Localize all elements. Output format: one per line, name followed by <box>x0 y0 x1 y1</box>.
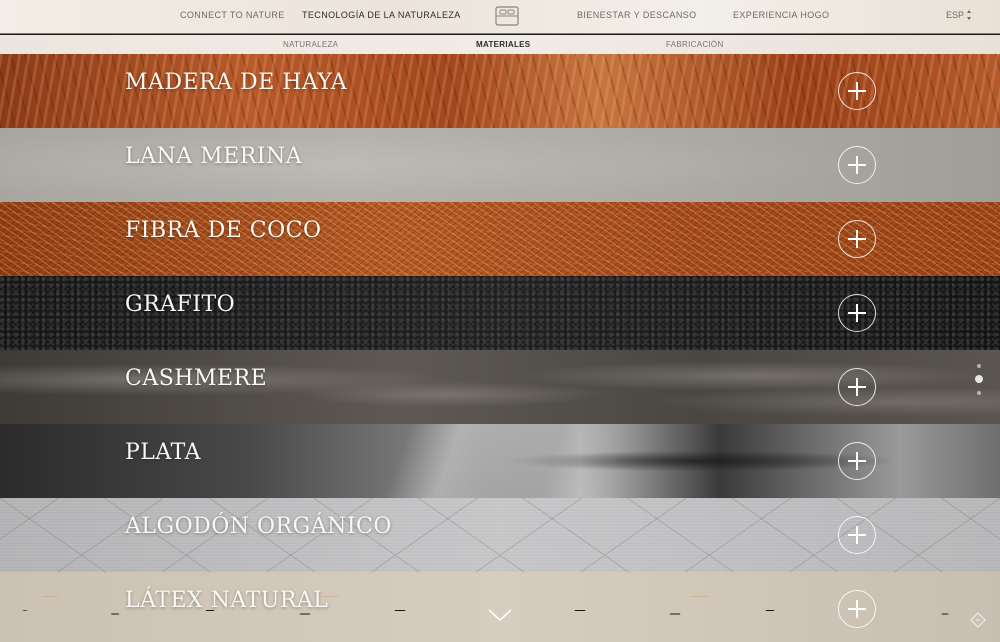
material-title: CASHMERE <box>125 366 268 391</box>
expand-plus-button[interactable] <box>838 442 876 480</box>
chevron-down-icon[interactable] <box>486 606 514 624</box>
material-band-madera-de-haya[interactable]: MADERA DE HAYA <box>0 54 1000 128</box>
expand-plus-button[interactable] <box>838 220 876 258</box>
expand-plus-button[interactable] <box>838 516 876 554</box>
expand-plus-button[interactable] <box>838 146 876 184</box>
material-title: ALGODÓN ORGÁNICO <box>125 514 392 539</box>
top-navigation: CONNECT TO NATURE TECNOLOGÍA DE LA NATUR… <box>0 0 1000 34</box>
pager-dot[interactable] <box>977 391 981 395</box>
material-title: LÁTEX NATURAL <box>125 588 329 613</box>
diamond-arrow-icon[interactable] <box>970 612 986 628</box>
nav-link-experiencia[interactable]: EXPERIENCIA HOGO <box>733 10 829 20</box>
language-selector[interactable]: ESP <box>946 10 964 20</box>
nav-link-bienestar[interactable]: BIENESTAR Y DESCANSO <box>577 10 697 20</box>
nav-link-connect-to-nature[interactable]: CONNECT TO NATURE <box>180 10 285 20</box>
material-title: GRAFITO <box>125 292 236 317</box>
subnav-naturaleza[interactable]: NATURALEZA <box>283 40 338 49</box>
material-band-cashmere[interactable]: CASHMERE <box>0 350 1000 424</box>
material-title: PLATA <box>125 440 201 465</box>
subnav-materiales[interactable]: MATERIALES <box>476 40 530 49</box>
expand-plus-button[interactable] <box>838 72 876 110</box>
subnav-fabricacion[interactable]: FABRICACIÓN <box>666 40 724 49</box>
sub-navigation: NATURALEZA MATERIALES FABRICACIÓN <box>0 35 1000 54</box>
nav-link-tecnologia[interactable]: TECNOLOGÍA DE LA NATURALEZA <box>302 10 461 20</box>
material-band-lana-merina[interactable]: LANA MERINA <box>0 128 1000 202</box>
material-title: MADERA DE HAYA <box>125 70 348 95</box>
bed-icon[interactable] <box>494 4 520 28</box>
pager-dot-active[interactable] <box>975 375 983 383</box>
expand-plus-button[interactable] <box>838 368 876 406</box>
sort-arrows-icon[interactable] <box>966 8 972 22</box>
material-band-algodon-organico[interactable]: ALGODÓN ORGÁNICO <box>0 498 1000 572</box>
material-title: FIBRA DE COCO <box>125 218 322 243</box>
material-title: LANA MERINA <box>125 144 303 169</box>
expand-plus-button[interactable] <box>838 294 876 332</box>
material-band-plata[interactable]: PLATA <box>0 424 1000 498</box>
material-band-fibra-de-coco[interactable]: FIBRA DE COCO <box>0 202 1000 276</box>
material-band-grafito[interactable]: GRAFITO <box>0 276 1000 350</box>
expand-plus-button[interactable] <box>838 590 876 628</box>
pager-dot[interactable] <box>977 364 981 368</box>
